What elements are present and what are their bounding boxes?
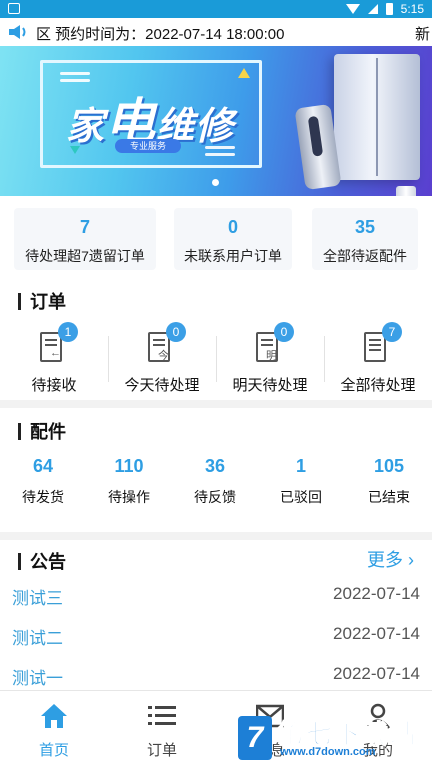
more-link[interactable]: 更多 › [367,546,414,572]
parts-heading: 配件 [18,418,66,444]
site-watermark: 7 第七下载站 www.d7down.com [234,712,430,764]
fridge-image [334,54,420,180]
order-item-tomorrow[interactable]: 明 0 明天待处理 [216,322,324,396]
count-badge: 0 [274,322,294,342]
promo-banner[interactable]: 家电维修 专业服务 [0,46,432,196]
announcement-marquee[interactable]: 区 预约时间为：2022-07-14 18:00:00 新 [0,18,432,46]
notice-date: 2022-07-14 [333,664,420,683]
watermark-logo: 7 [238,716,272,760]
carousel-indicator[interactable] [212,179,219,186]
list-icon [148,706,176,725]
count-badge: 0 [166,322,186,342]
stats-panel: 7 待处理超7遗留订单 0 未联系用户订单 35 全部待返配件 [0,196,432,282]
divider [324,336,325,382]
parts-item-rejected[interactable]: 1 已驳回 [258,456,344,507]
speaker-icon [9,25,26,39]
stat-card-parts-return[interactable]: 35 全部待返配件 [312,208,418,270]
battery-icon [385,3,393,15]
image-notification-icon [8,3,20,14]
notice-title: 测试二 [12,629,63,648]
count-badge: 1 [58,322,78,342]
order-item-today[interactable]: 今 0 今天待处理 [108,322,216,396]
divider [108,336,109,382]
parts-item-to-feedback[interactable]: 36 待反馈 [172,456,258,507]
tab-orders[interactable]: 订单 [108,691,216,768]
orders-heading: 订单 [18,288,66,314]
home-icon [41,704,67,728]
notice-title: 测试一 [12,669,63,688]
order-item-all-pending[interactable]: 7 全部待处理 [324,322,432,396]
notice-row[interactable]: 测试一 2022-07-14 [12,664,420,688]
notice-row[interactable]: 测试二 2022-07-14 [12,624,420,648]
watermark-url: www.d7down.com [280,746,376,758]
cup-image [396,186,416,196]
banner-tag: 专业服务 [115,139,181,153]
status-bar: 5:15 [0,0,432,18]
parts-item-finished[interactable]: 105 已结束 [346,456,432,507]
parts-item-to-ship[interactable]: 64 待发货 [0,456,86,507]
notice-row[interactable]: 测试三 2022-07-14 [12,584,420,608]
marquee-tail: 新 [414,26,430,43]
notice-date: 2022-07-14 [333,624,420,643]
order-item-to-receive[interactable]: ← 1 待接收 [0,322,108,396]
status-time: 5:15 [400,2,424,16]
marquee-text: 区 预约时间为：2022-07-14 18:00:00 [36,26,285,43]
parts-item-to-operate[interactable]: 110 待操作 [86,456,172,507]
count-badge: 7 [382,322,402,342]
notice-title: 测试三 [12,589,63,608]
notices-heading: 公告 [18,548,66,574]
stat-card-uncontacted[interactable]: 0 未联系用户订单 [174,208,292,270]
divider [216,336,217,382]
wifi-icon [345,4,360,14]
stat-card-overdue[interactable]: 7 待处理超7遗留订单 [14,208,156,270]
tab-home[interactable]: 首页 [0,691,108,768]
notice-date: 2022-07-14 [333,584,420,603]
signal-icon [367,4,378,14]
